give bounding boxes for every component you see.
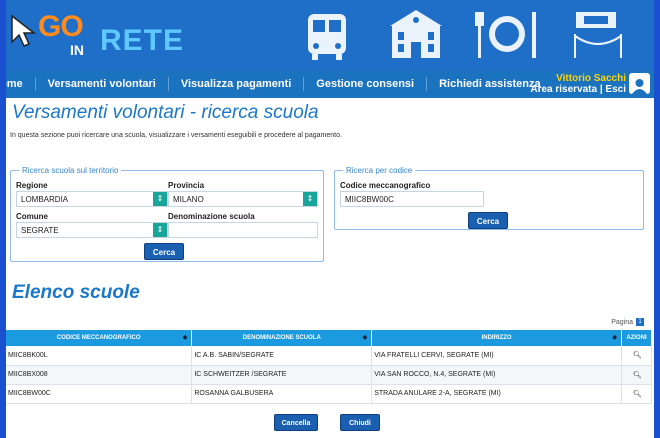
codice-label: Codice meccanografico: [340, 181, 431, 190]
cancel-button[interactable]: Cancella: [274, 414, 318, 431]
regione-label: Regione: [16, 181, 48, 190]
pager-label: Pagina: [611, 318, 633, 326]
table-row[interactable]: MIIC8BK00L IC A.B. SABIN/SEGRATE VIA FRA…: [6, 346, 653, 366]
column-header-denominazione[interactable]: Denominazione scuola ◆: [191, 330, 373, 346]
spinner-arrows-icon: ⇕: [153, 223, 167, 237]
user-block: Vittorio Sacchi Area riservata | Esci: [530, 73, 626, 96]
logo-go-text: GO: [38, 10, 84, 43]
nav-item-gestione-consensi[interactable]: Gestione consensi: [304, 77, 428, 91]
museum-stanchion-icon: [574, 12, 622, 58]
magnifier-icon[interactable]: 🔍︎: [621, 384, 653, 404]
nav-item-visualizza-pagamenti[interactable]: Visualizza pagamenti: [169, 77, 305, 91]
regione-select[interactable]: LOMBARDIA ⇕: [16, 191, 168, 207]
spinner-arrows-icon: ⇕: [153, 192, 167, 206]
column-header-codice[interactable]: Codice meccanografico ◆: [6, 330, 193, 346]
territory-search-legend: Ricerca scuola sul territorio: [22, 166, 119, 175]
user-area-links[interactable]: Area riservata | Esci: [530, 84, 626, 96]
cell-denominazione: ROSANNA GALBUSERA: [191, 384, 373, 404]
magnifier-icon[interactable]: 🔍︎: [621, 346, 653, 366]
sort-arrow-icon: ◆: [612, 335, 617, 341]
pager: Pagina 1: [611, 318, 644, 326]
cell-indirizzo: VIA FRATELLI CERVI, SEGRATE (MI): [371, 346, 622, 366]
app-frame: GO IN RETE me Versamenti volontari Visua…: [6, 0, 654, 438]
sort-arrow-icon: ◆: [182, 335, 188, 341]
user-avatar-icon[interactable]: [629, 73, 650, 94]
page-description: In questa sezione puoi ricercare una scu…: [10, 132, 342, 139]
table-row[interactable]: MIIC8BX008 IC SCHWEITZER /SEGRATE VIA SA…: [6, 365, 653, 385]
code-search-button[interactable]: Cerca: [468, 212, 508, 229]
sort-arrow-icon: ◆: [362, 335, 368, 341]
cell-denominazione: IC SCHWEITZER /SEGRATE: [191, 365, 373, 385]
person-icon: [632, 79, 647, 94]
cutlery-plate-icon: [475, 12, 536, 58]
school-list-title: Elenco scuole: [12, 282, 140, 303]
cell-codice: MIIC8BK00L: [6, 346, 193, 366]
user-name: Vittorio Sacchi: [556, 73, 626, 84]
code-search-legend: Ricerca per codice: [346, 166, 413, 175]
main-nav: ome Versamenti volontari Visualizza paga…: [6, 70, 654, 98]
logo-in-text: IN: [70, 42, 84, 58]
school-building-icon: [390, 10, 442, 58]
school-table: Codice meccanografico ◆ Denominazione scu…: [6, 330, 653, 404]
comune-value: SEGRATE: [21, 226, 59, 235]
denominazione-input[interactable]: [168, 222, 318, 238]
column-header-azioni: Azioni: [621, 330, 653, 346]
nav-item-home[interactable]: ome: [6, 77, 36, 91]
column-header-indirizzo[interactable]: Indirizzo ◆: [371, 330, 622, 346]
cell-denominazione: IC A.B. SABIN/SEGRATE: [191, 346, 373, 366]
column-label: Codice meccanografico: [56, 335, 141, 341]
nav-item-versamenti-volontari[interactable]: Versamenti volontari: [36, 77, 169, 91]
provincia-label: Provincia: [168, 181, 205, 190]
column-label: Indirizzo: [481, 335, 512, 341]
codice-input[interactable]: MIIC8BW00C: [340, 191, 484, 207]
regione-value: LOMBARDIA: [21, 195, 69, 204]
cell-indirizzo: VIA SAN ROCCO, N.4, SEGRATE (MI): [371, 365, 622, 385]
column-label: Azioni: [626, 335, 647, 341]
page-title: Versamenti volontari - ricerca scuola: [12, 102, 319, 123]
go-in-rete-logo[interactable]: GO IN RETE: [6, 6, 196, 64]
cursor-arrow-icon: [11, 14, 37, 47]
header-banner: GO IN RETE: [6, 0, 654, 70]
close-button[interactable]: Chiudi: [340, 414, 380, 431]
comune-select[interactable]: SEGRATE ⇕: [16, 222, 168, 238]
magnifier-icon[interactable]: 🔍︎: [621, 365, 653, 385]
column-label: Denominazione scuola: [242, 335, 321, 341]
cell-codice: MIIC8BX008: [6, 365, 193, 385]
territory-search-button[interactable]: Cerca: [144, 243, 184, 260]
spinner-arrows-icon: ⇕: [303, 192, 317, 206]
school-bus-icon: [308, 14, 346, 60]
provincia-value: MILANO: [173, 195, 204, 204]
cell-codice: MIIC8BW00C: [6, 384, 193, 404]
cell-indirizzo: STRADA ANULARE 2-A, SEGRATE (MI): [371, 384, 622, 404]
comune-label: Comune: [16, 212, 48, 221]
provincia-select[interactable]: MILANO ⇕: [168, 191, 318, 207]
table-row[interactable]: MIIC8BW00C ROSANNA GALBUSERA STRADA ANUL…: [6, 384, 653, 404]
logo-rete-text: RETE: [100, 24, 185, 57]
denominazione-label: Denominazione scuola: [168, 212, 255, 221]
pager-page-number[interactable]: 1: [636, 318, 644, 326]
